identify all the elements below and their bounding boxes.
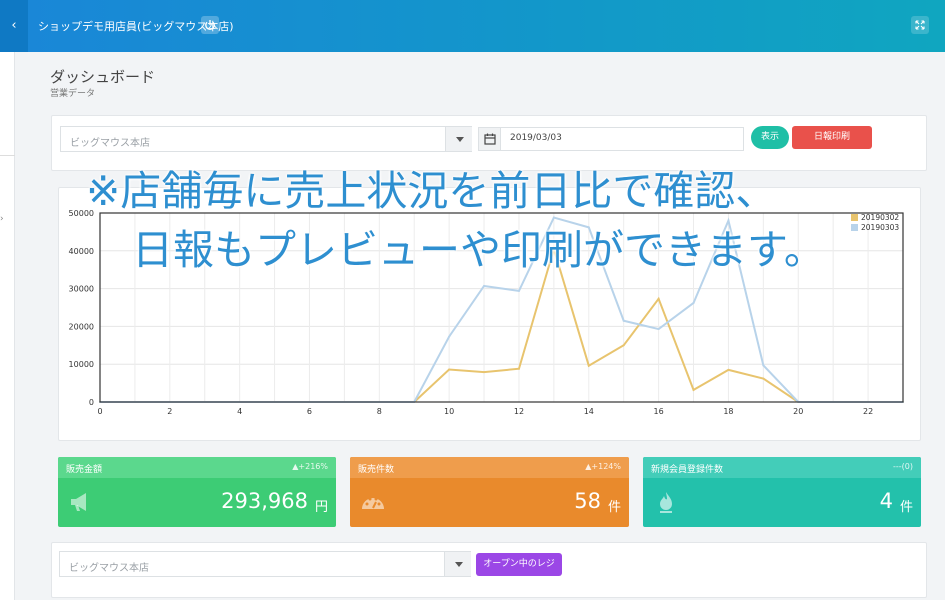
page-subtitle: 営業データ bbox=[50, 89, 96, 99]
data-point bbox=[657, 297, 660, 300]
data-point bbox=[727, 219, 730, 222]
y-tick-label: 0 bbox=[89, 398, 94, 407]
print-report-button[interactable]: 日報印刷 bbox=[792, 126, 872, 149]
expand-button[interactable] bbox=[911, 16, 929, 34]
top-bar: ‹ ショップデモ用店員(ビッグマウス本店) bbox=[0, 0, 945, 52]
stat-value: 4 bbox=[879, 489, 893, 513]
sidebar: › bbox=[0, 52, 15, 600]
y-tick-label: 20000 bbox=[69, 322, 94, 331]
sidebar-divider bbox=[0, 155, 15, 156]
power-button[interactable] bbox=[201, 16, 219, 34]
overlay-caption-line2: 日報もプレビューや印刷ができます。 bbox=[132, 226, 825, 274]
open-registers-button[interactable]: オープン中のレジ bbox=[476, 553, 562, 576]
x-tick-label: 20 bbox=[793, 407, 803, 416]
dashboard-gauge-icon bbox=[362, 497, 384, 509]
chevron-down-icon[interactable] bbox=[445, 127, 472, 151]
data-point bbox=[483, 284, 486, 287]
x-tick-label: 2 bbox=[167, 407, 172, 416]
data-point bbox=[727, 368, 730, 371]
data-point bbox=[483, 371, 486, 374]
x-tick-label: 18 bbox=[723, 407, 733, 416]
data-point bbox=[692, 388, 695, 391]
stat-unit: 件 bbox=[607, 500, 621, 515]
x-tick-label: 8 bbox=[377, 407, 382, 416]
chevron-left-icon: ‹ bbox=[11, 18, 17, 33]
y-tick-label: 40000 bbox=[69, 247, 94, 256]
legend-swatch bbox=[851, 224, 858, 231]
back-button[interactable]: ‹ bbox=[0, 0, 28, 52]
power-icon bbox=[205, 20, 215, 31]
overlay-caption-line1: ※店舗毎に売上状況を前日比で確認、 bbox=[86, 167, 777, 215]
store-select-placeholder: ビッグマウス本店 bbox=[70, 138, 150, 149]
x-tick-label: 12 bbox=[514, 407, 524, 416]
legend-swatch bbox=[851, 214, 858, 221]
stat-value: 58 bbox=[574, 489, 601, 513]
stat-change: ---(0) bbox=[893, 462, 913, 471]
stat-unit: 件 bbox=[899, 500, 913, 515]
x-axis-ticks: 0 2 4 6 8 10 12 14 16 18 20 22 bbox=[97, 407, 873, 416]
data-point bbox=[448, 368, 451, 371]
register-store-placeholder: ビッグマウス本店 bbox=[69, 563, 149, 574]
x-tick-label: 16 bbox=[654, 407, 664, 416]
data-point bbox=[622, 319, 625, 322]
chart-legend: 2019030220190303 bbox=[851, 213, 899, 232]
y-tick-label: 10000 bbox=[69, 360, 94, 369]
data-point bbox=[552, 216, 555, 219]
stat-label: 販売件数 bbox=[358, 465, 395, 475]
x-tick-label: 0 bbox=[97, 407, 102, 416]
data-point bbox=[587, 364, 590, 367]
sidebar-toggle-icon[interactable]: › bbox=[0, 214, 4, 224]
stat-value: 293,968 bbox=[221, 489, 308, 513]
stat-card-new-members: 新規会員登録件数 ---(0) 4 件 bbox=[643, 457, 921, 527]
data-point bbox=[517, 367, 520, 370]
data-point bbox=[692, 301, 695, 304]
flame-icon bbox=[660, 492, 672, 513]
x-tick-label: 14 bbox=[584, 407, 594, 416]
show-button[interactable]: 表示 bbox=[751, 126, 789, 149]
y-axis-ticks: 01000020000300004000050000 bbox=[69, 209, 94, 407]
chevron-down-icon[interactable] bbox=[444, 552, 471, 576]
stat-card-sales-count: 販売件数 ▲+124% 58 件 bbox=[350, 457, 629, 527]
stat-card-header: 販売金額 ▲+216% bbox=[58, 457, 336, 478]
register-store-select[interactable]: ビッグマウス本店 bbox=[59, 551, 471, 577]
data-point bbox=[762, 364, 765, 367]
data-point bbox=[448, 335, 451, 338]
x-tick-label: 4 bbox=[237, 407, 242, 416]
data-point bbox=[622, 344, 625, 347]
x-tick-label: 22 bbox=[863, 407, 873, 416]
data-point bbox=[657, 328, 660, 331]
stat-label: 販売金額 bbox=[66, 465, 103, 475]
stat-change: ▲+124% bbox=[585, 462, 621, 471]
stat-card-header: 新規会員登録件数 ---(0) bbox=[643, 457, 921, 478]
date-field[interactable]: 2019/03/03 bbox=[478, 127, 744, 151]
date-picker-button[interactable] bbox=[479, 128, 501, 150]
store-select[interactable]: ビッグマウス本店 bbox=[60, 126, 472, 152]
expand-icon bbox=[915, 20, 925, 30]
stat-label: 新規会員登録件数 bbox=[651, 465, 724, 475]
legend-label: 20190302 bbox=[861, 213, 899, 222]
stat-card-header: 販売件数 ▲+124% bbox=[350, 457, 629, 478]
calendar-icon bbox=[484, 133, 496, 145]
page-title: ダッシュボード bbox=[50, 68, 156, 86]
date-value: 2019/03/03 bbox=[510, 133, 562, 143]
data-point bbox=[517, 289, 520, 292]
x-tick-label: 10 bbox=[444, 407, 454, 416]
stat-card-sales-amount: 販売金額 ▲+216% 293,968 円 bbox=[58, 457, 336, 527]
y-tick-label: 30000 bbox=[69, 285, 94, 294]
x-tick-label: 6 bbox=[307, 407, 312, 416]
stat-unit: 円 bbox=[314, 500, 328, 515]
legend-label: 20190303 bbox=[861, 223, 899, 232]
megaphone-icon bbox=[71, 493, 86, 511]
stat-change: ▲+216% bbox=[292, 462, 328, 471]
data-point bbox=[762, 377, 765, 380]
